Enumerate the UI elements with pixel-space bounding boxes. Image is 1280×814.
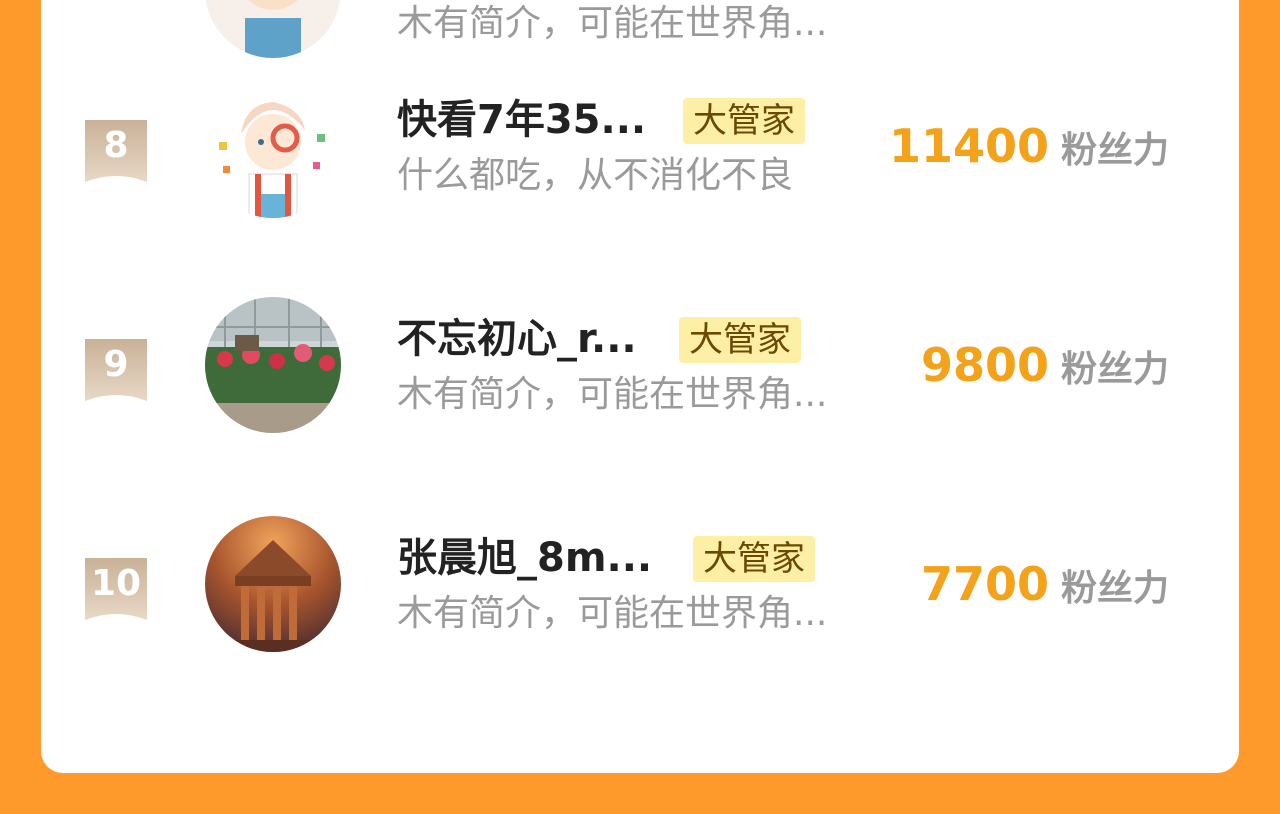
butler-badge: 大管家	[693, 536, 815, 582]
rank-ribbon: 10	[85, 558, 147, 622]
user-avatar[interactable]	[205, 82, 341, 218]
rank-number: 9	[103, 344, 129, 385]
rank-ribbon: 8	[85, 120, 147, 184]
ranking-page-background: 木有简介，可能在世界角... 8 快看7年35... 大管家 什么都吃，从不消化…	[0, 0, 1280, 814]
fan-power-unit: 粉丝力	[1060, 349, 1169, 390]
ranking-list-card: 木有简介，可能在世界角... 8 快看7年35... 大管家 什么都吃，从不消化…	[41, 0, 1239, 773]
user-nickname[interactable]: 不忘初心_r...	[397, 313, 637, 365]
butler-badge: 大管家	[679, 317, 801, 363]
user-intro: 木有简介，可能在世界角...	[397, 374, 828, 415]
fan-power-value: 9800	[920, 338, 1049, 392]
ranking-row[interactable]: 10 张晨旭_8m... 大管家 木有简介，可能在世界角... 7700 粉丝力	[41, 516, 1239, 734]
rank-number: 10	[90, 563, 142, 604]
ranking-row[interactable]: 8 快看7年35... 大管家 什么都吃，从不消化不良 11400 粉丝力	[41, 82, 1239, 296]
fan-power-value: 11400	[888, 119, 1049, 173]
ranking-row[interactable]: 木有简介，可能在世界角...	[41, 0, 1239, 70]
user-nickname[interactable]: 快看7年35...	[397, 94, 646, 146]
fan-power-unit: 粉丝力	[1060, 130, 1169, 171]
user-nickname[interactable]: 张晨旭_8m...	[397, 532, 652, 584]
fan-power-value: 7700	[920, 557, 1049, 611]
user-intro: 木有简介，可能在世界角...	[397, 3, 828, 44]
rank-number: 8	[103, 125, 129, 166]
user-avatar[interactable]	[205, 297, 341, 433]
fan-power-unit: 粉丝力	[1060, 568, 1169, 609]
ranking-row[interactable]: 9 不忘初心_r... 大管家 木有简介，可能在世界角... 9800 粉丝力	[41, 297, 1239, 515]
fan-power-score: 11400 粉丝力	[889, 118, 1169, 185]
user-intro: 什么都吃，从不消化不良	[397, 155, 794, 196]
rank-ribbon: 9	[85, 339, 147, 403]
butler-badge: 大管家	[683, 98, 805, 144]
fan-power-score: 7700 粉丝力	[921, 556, 1169, 623]
fan-power-score: 9800 粉丝力	[921, 337, 1169, 404]
user-intro: 木有简介，可能在世界角...	[397, 593, 828, 634]
user-avatar[interactable]	[205, 0, 341, 58]
user-avatar[interactable]	[205, 516, 341, 652]
